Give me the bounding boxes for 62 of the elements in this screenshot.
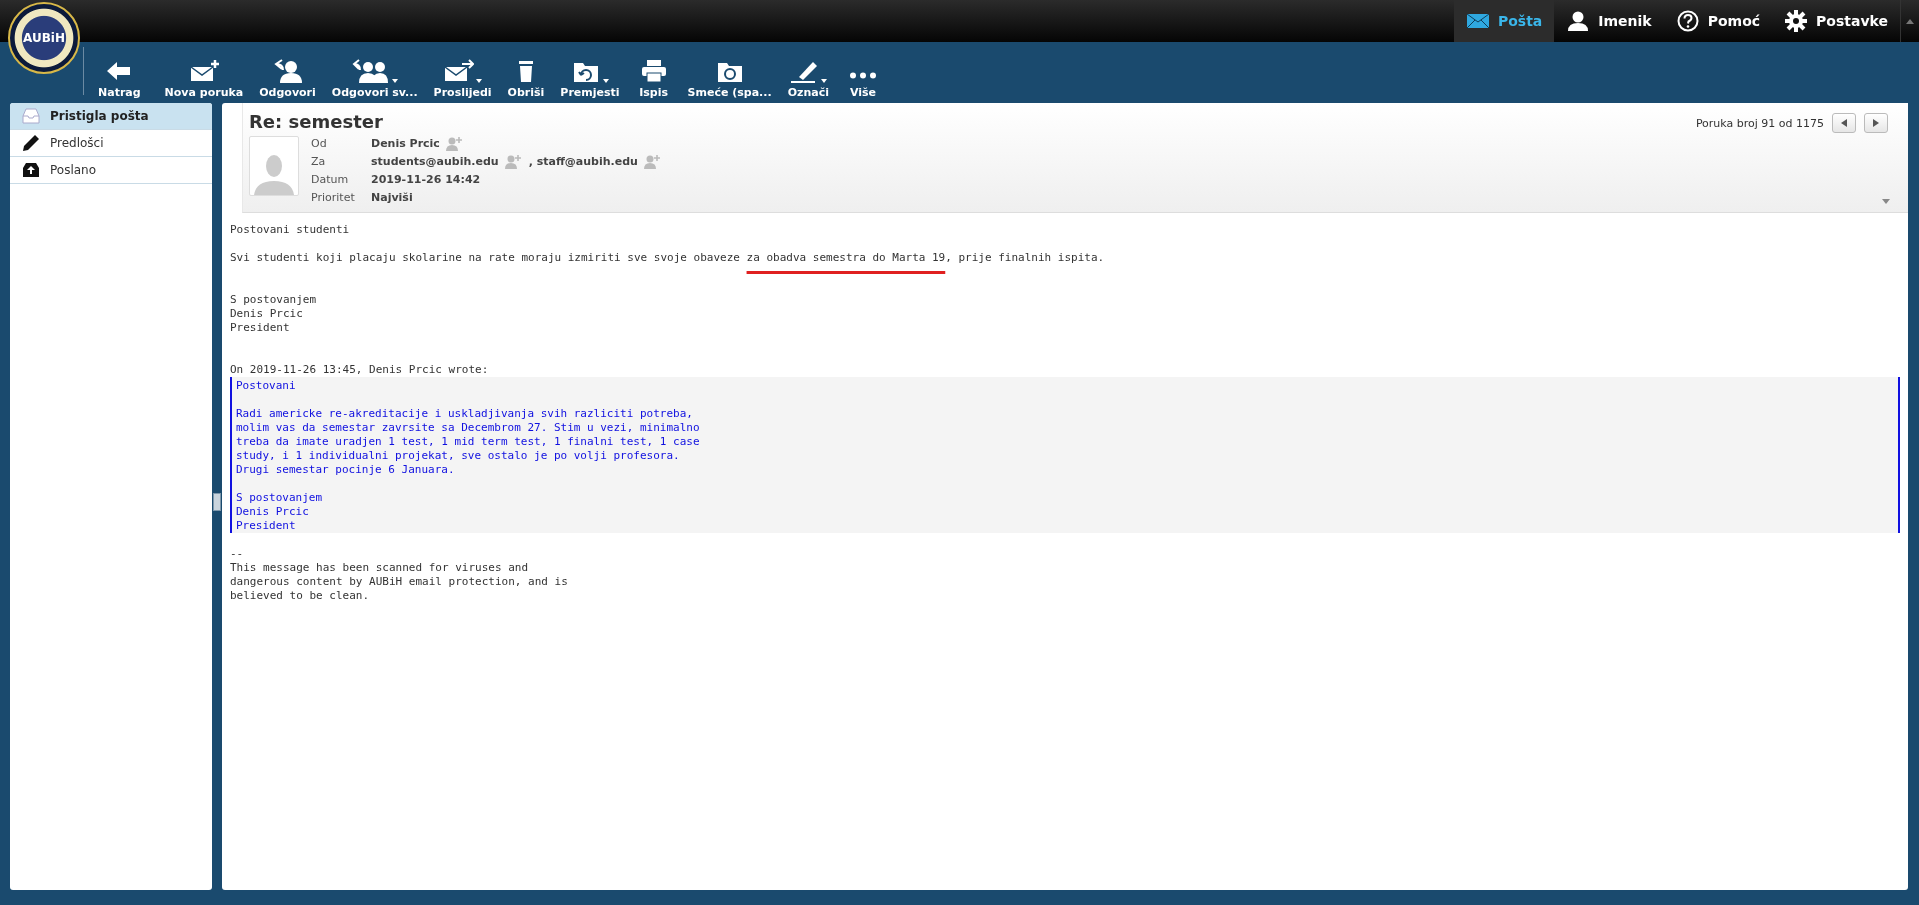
caret-icon[interactable] — [821, 79, 828, 83]
toolbar-button[interactable]: Više — [836, 57, 889, 99]
compose-icon — [188, 59, 219, 83]
toolbar-button[interactable]: Nova poruka — [156, 57, 252, 99]
toolbar-button[interactable]: Ispis — [627, 57, 680, 99]
quoted-paragraph: S postovanjem Denis Prcic President — [236, 491, 324, 533]
caret-icon[interactable] — [391, 79, 398, 83]
header-label: Datum — [311, 172, 350, 188]
caret-icon[interactable] — [475, 79, 482, 83]
nav-tab[interactable]: Pomoć — [1663, 0, 1773, 42]
person-icon — [1566, 10, 1591, 32]
header-value: students@aubih.edu — [371, 154, 499, 170]
header-label: Za — [311, 154, 327, 170]
toolbar-button[interactable]: Odgovori — [251, 57, 324, 99]
message-paragraph: Postovani studenti — [230, 223, 351, 237]
quoted-paragraph: Postovani — [236, 379, 297, 393]
right-triangle-icon — [1873, 119, 1879, 127]
header-label: Od — [311, 136, 328, 152]
header-label: Prioritet — [311, 190, 356, 206]
splitter-handle[interactable] — [213, 493, 221, 511]
next-button[interactable] — [1864, 113, 1888, 133]
message-counter: Poruka broj 91 od 1175 — [1695, 116, 1824, 130]
left-triangle-icon — [1841, 119, 1847, 127]
help-icon — [1675, 10, 1700, 32]
message-paragraph: Svi studenti koji placaju skolarine na rate moraju izmiriti sve svoje obaveze za obadva semestra do Marta 19, prije finalnih ispita. — [230, 251, 1106, 265]
toolbar-button[interactable]: Odgovori sv... — [323, 57, 426, 99]
folder-item[interactable]: Predlošci — [10, 130, 212, 157]
more-icon — [848, 72, 877, 79]
toolbar-button[interactable]: Premjesti — [552, 57, 628, 99]
nav-tab[interactable]: Pošta — [1453, 0, 1555, 42]
forward-icon — [443, 59, 474, 83]
toolbar-button[interactable]: Obriši — [499, 57, 553, 99]
previous-button[interactable] — [1832, 113, 1856, 133]
message-subject: Re: semester — [249, 111, 383, 132]
reply-icon — [272, 59, 303, 83]
folder-item[interactable]: Poslano — [10, 157, 212, 184]
expand-caret-icon[interactable] — [1882, 199, 1890, 204]
quoted-paragraph: Radi americke re-akreditacije i uskladjivanja svih razliciti potreba, molim vas da semestar zavrsite sa Decembrom 27. Stim u vezi, minimalno treba da imate uradjen 1 test, 1 mid term test, 1 finalni test, 1 case study, i 1 individualni projekat, sve ostalo je po volji profesora. Drugi semestar pocinje 6 Januara. — [236, 407, 701, 477]
header-value: Najviši — [371, 190, 413, 206]
caret-icon[interactable] — [602, 79, 609, 83]
message-paragraph: -- This message has been scanned for viruses and dangerous content by AUBiH email protection, and is believed to be clean. — [230, 547, 569, 603]
mark-icon — [789, 59, 820, 83]
toolbar-button[interactable]: Označi — [779, 57, 837, 99]
settings-icon — [1784, 10, 1809, 32]
message-paragraph: S postovanjem Denis Prcic President — [230, 292, 318, 335]
toolbar-button[interactable]: Smeće (spa... — [679, 57, 780, 99]
toolbar-button[interactable]: Natrag — [90, 57, 149, 99]
nav-tab[interactable]: Imenik — [1554, 0, 1664, 42]
caret-icon[interactable] — [1906, 18, 1914, 24]
toolbar-button[interactable]: Proslijedi — [425, 57, 500, 99]
message-paragraph: On 2019-11-26 13:45, Denis Prcic wrote: — [230, 362, 490, 377]
university-seal-logo: AUBiH — [8, 2, 80, 74]
reply-all-icon — [351, 59, 390, 83]
avatar-silhouette — [249, 136, 299, 196]
pencil-icon — [22, 134, 40, 152]
tray-icon — [22, 108, 40, 124]
header-value: , staff@aubih.edu — [528, 154, 638, 170]
folder-item[interactable]: Pristigla pošta — [10, 103, 212, 130]
header-value: 2019-11-26 14:42 — [371, 172, 481, 188]
nav-tab[interactable]: Postavke — [1772, 0, 1900, 42]
header-value: Denis Prcic — [371, 136, 440, 152]
outbox-icon — [22, 162, 40, 178]
